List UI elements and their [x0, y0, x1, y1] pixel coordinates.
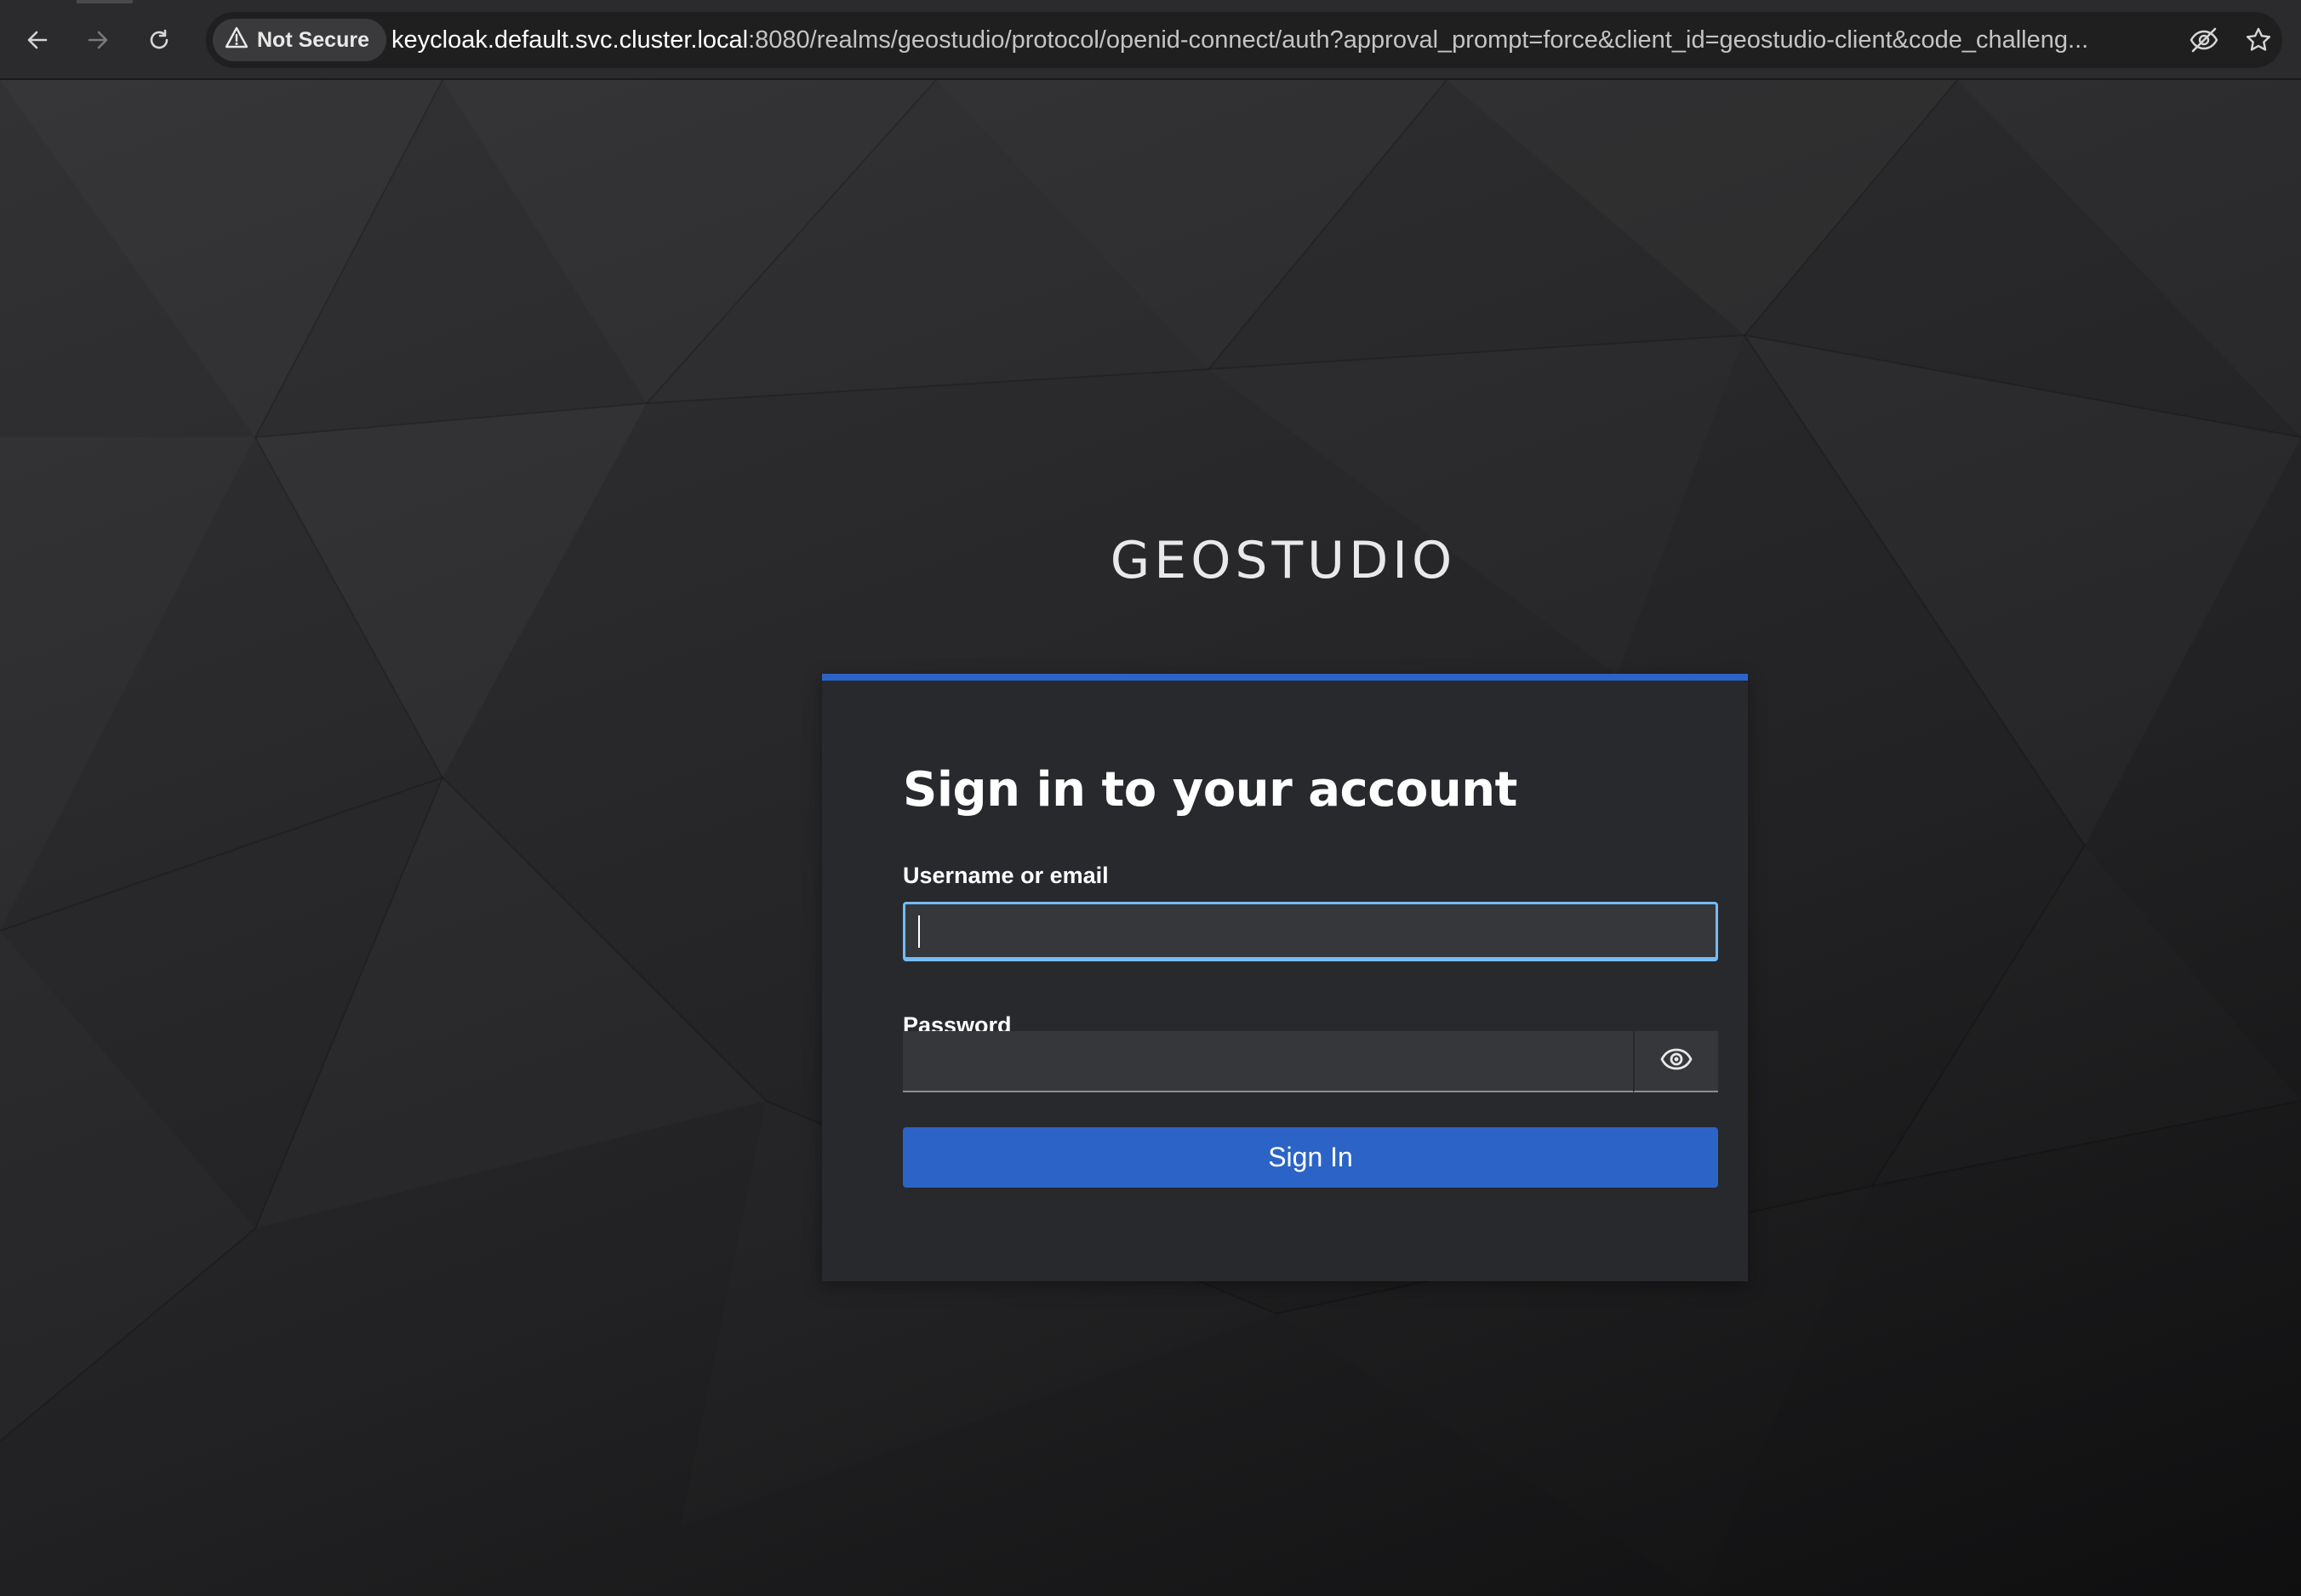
forward-arrow-icon	[86, 28, 110, 52]
password-input[interactable]	[903, 1031, 1633, 1092]
eye-icon	[1660, 1048, 1693, 1074]
browser-toolbar: Not Secure keycloak.default.svc.cluster.…	[0, 0, 2301, 80]
brand-title: GEOSTUDIO	[1110, 531, 1457, 590]
username-wrapper	[903, 902, 1718, 961]
active-tab-indicator	[77, 0, 133, 3]
text-caret	[918, 915, 920, 948]
login-card: Sign in to your account Username or emai…	[822, 674, 1748, 1281]
login-page: GEOSTUDIO Sign in to your account Userna…	[0, 80, 2301, 1596]
url-text[interactable]: keycloak.default.svc.cluster.local:8080/…	[391, 12, 2178, 68]
security-indicator[interactable]: Not Secure	[213, 19, 386, 61]
reload-icon	[147, 28, 171, 52]
reload-button[interactable]	[138, 19, 180, 61]
username-input[interactable]	[903, 902, 1718, 961]
back-button[interactable]	[16, 19, 59, 61]
url-host: keycloak.default.svc.cluster.local	[391, 26, 749, 54]
back-arrow-icon	[26, 28, 49, 52]
warning-icon	[225, 26, 248, 54]
star-icon[interactable]	[2239, 20, 2278, 60]
security-label: Not Secure	[257, 27, 369, 52]
url-path: :8080/realms/geostudio/protocol/openid-c…	[748, 26, 2089, 54]
address-bar[interactable]: Not Secure keycloak.default.svc.cluster.…	[206, 12, 2282, 68]
show-password-button[interactable]	[1633, 1031, 1718, 1092]
username-label: Username or email	[903, 863, 1109, 888]
eye-slash-icon[interactable]	[2184, 20, 2224, 60]
page-title: Sign in to your account	[903, 762, 1517, 818]
sign-in-button[interactable]: Sign In	[903, 1127, 1718, 1188]
forward-button[interactable]	[77, 19, 119, 61]
